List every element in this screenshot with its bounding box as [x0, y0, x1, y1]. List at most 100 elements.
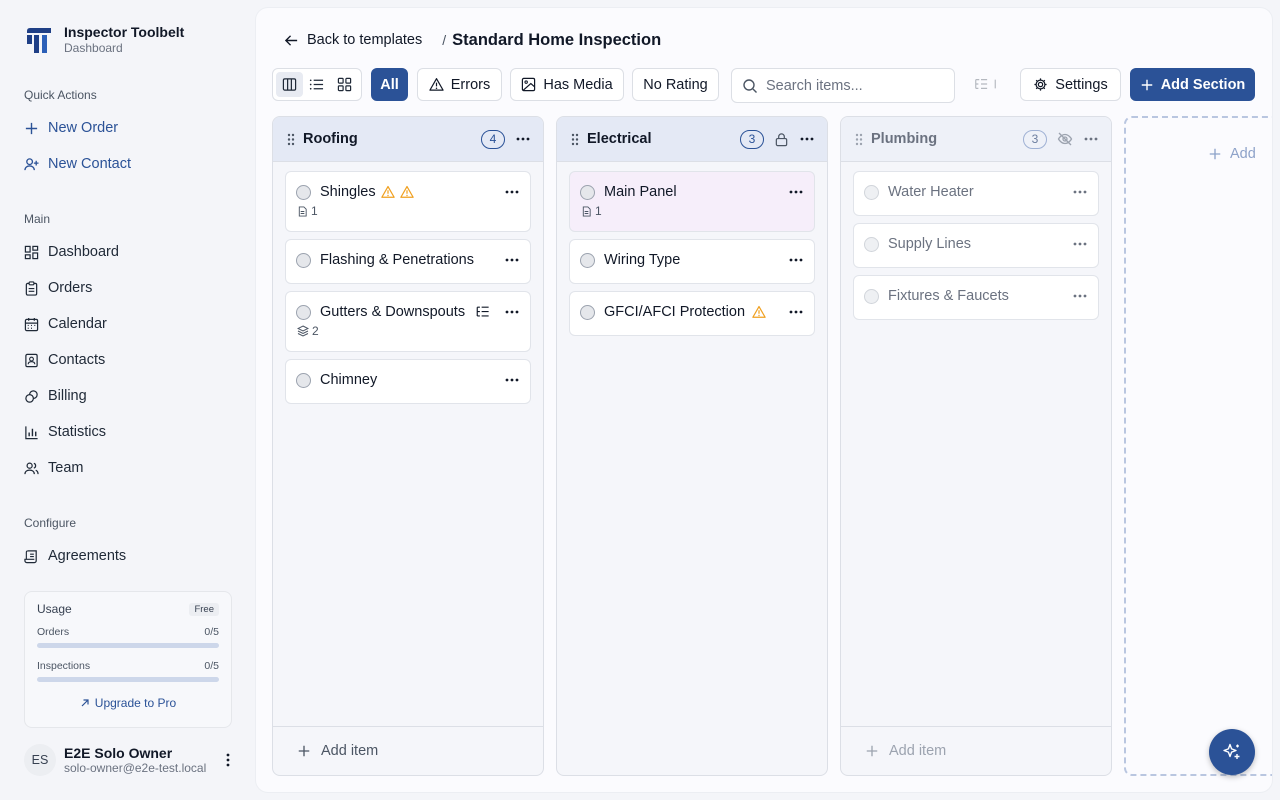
rating-radio[interactable]: [864, 184, 879, 200]
item-card-flashing[interactable]: Flashing & Penetrations: [285, 239, 531, 284]
more-horizontal-icon[interactable]: [788, 184, 804, 200]
rating-radio[interactable]: [296, 304, 311, 320]
layers-icon: [297, 325, 309, 337]
inspections-usage-value: 0/5: [204, 660, 219, 672]
filter-has-media-button[interactable]: Has Media: [510, 68, 624, 101]
plus-icon: [1141, 79, 1152, 90]
add-item-button[interactable]: Add item: [841, 726, 1111, 775]
search-input[interactable]: [766, 77, 936, 94]
item-card-water-heater[interactable]: Water Heater: [853, 171, 1099, 216]
rating-radio[interactable]: [580, 252, 595, 268]
more-horizontal-icon[interactable]: [799, 131, 815, 147]
more-horizontal-icon[interactable]: [504, 372, 520, 388]
item-card-shingles[interactable]: Shingles 1: [285, 171, 531, 232]
sidebar-item-contacts[interactable]: Contacts: [24, 350, 105, 370]
plus-icon: [25, 122, 38, 134]
sidebar-item-agreements[interactable]: Agreements: [24, 546, 126, 566]
list-view-button[interactable]: [303, 72, 330, 97]
sidebar-item-orders[interactable]: Orders: [24, 278, 92, 298]
rating-radio[interactable]: [864, 236, 879, 252]
sidebar-item-calendar[interactable]: Calendar: [24, 314, 107, 334]
more-horizontal-icon[interactable]: [504, 252, 520, 268]
more-horizontal-icon[interactable]: [1072, 236, 1088, 252]
item-card-main-panel[interactable]: Main Panel 1: [569, 171, 815, 232]
item-card-fixtures[interactable]: Fixtures & Faucets: [853, 275, 1099, 320]
more-horizontal-icon[interactable]: [504, 304, 520, 320]
toolbar: All Errors Has Media No Rating Settings …: [256, 68, 1272, 103]
rating-radio[interactable]: [296, 252, 311, 268]
search-box[interactable]: [731, 68, 955, 103]
new-order-button[interactable]: New Order: [24, 118, 118, 138]
filter-no-rating-button[interactable]: No Rating: [632, 68, 719, 101]
item-card-gfci[interactable]: GFCI/AFCI Protection: [569, 291, 815, 336]
sidebar-item-billing[interactable]: Billing: [24, 386, 87, 406]
sidebar-item-label: Statistics: [48, 424, 107, 440]
sidebar-item-team[interactable]: Team: [24, 458, 83, 478]
more-horizontal-icon[interactable]: [504, 184, 520, 200]
filter-all-button[interactable]: All: [371, 68, 408, 101]
sidebar-item-label: Dashboard: [48, 244, 119, 260]
list-tree-icon[interactable]: [994, 77, 1000, 91]
settings-button[interactable]: Settings: [1020, 68, 1121, 101]
kebab-menu-icon[interactable]: [220, 752, 236, 768]
item-card-wiring-type[interactable]: Wiring Type: [569, 239, 815, 284]
usage-card: Usage Free Orders 0/5 Inspections 0/5 Up…: [24, 591, 232, 728]
image-icon: [522, 77, 536, 92]
rating-radio[interactable]: [580, 304, 595, 320]
quick-actions-label: Quick Actions: [24, 88, 97, 102]
sidebar-item-dashboard[interactable]: Dashboard: [24, 242, 119, 262]
scroll-icon: [24, 549, 37, 563]
add-section-button[interactable]: Add Section: [1130, 68, 1255, 101]
rating-radio[interactable]: [296, 372, 311, 388]
rating-radio[interactable]: [864, 288, 879, 304]
drag-handle-icon[interactable]: [855, 133, 863, 146]
sidebar-item-label: Calendar: [48, 316, 107, 332]
plan-badge: Free: [189, 602, 219, 616]
item-count-badge: 4: [481, 129, 505, 149]
item-card-chimney[interactable]: Chimney: [285, 359, 531, 404]
avatar: ES: [24, 744, 56, 776]
filter-errors-label: Errors: [450, 76, 491, 93]
column-title[interactable]: Electrical: [587, 131, 740, 147]
lock-icon[interactable]: [774, 132, 789, 147]
item-card-supply-lines[interactable]: Supply Lines: [853, 223, 1099, 268]
more-horizontal-icon[interactable]: [788, 252, 804, 268]
configure-section-label: Configure: [24, 516, 77, 530]
sidebar-item-label: Agreements: [48, 548, 127, 564]
more-horizontal-icon[interactable]: [1072, 288, 1088, 304]
rating-radio[interactable]: [580, 184, 595, 200]
more-horizontal-icon[interactable]: [1083, 131, 1099, 147]
sidebar-item-label: Contacts: [48, 352, 106, 368]
new-order-label: New Order: [48, 120, 119, 136]
upgrade-link[interactable]: Upgrade to Pro: [37, 696, 219, 710]
ai-assistant-button[interactable]: [1209, 729, 1255, 775]
add-column-button[interactable]: Add: [1208, 146, 1256, 162]
grid-view-button[interactable]: [331, 72, 358, 97]
columns-view-button[interactable]: [276, 72, 304, 97]
more-horizontal-icon[interactable]: [1072, 184, 1088, 200]
sidebar-item-statistics[interactable]: Statistics: [24, 422, 106, 442]
add-item-button[interactable]: Add item: [273, 726, 543, 775]
document-icon: [298, 205, 307, 217]
gear-icon: [1034, 78, 1047, 91]
drag-handle-icon[interactable]: [287, 133, 295, 146]
back-to-templates-link[interactable]: Back to templates: [284, 32, 422, 48]
more-horizontal-icon[interactable]: [788, 304, 804, 320]
drag-handle-icon[interactable]: [571, 133, 579, 146]
new-contact-button[interactable]: New Contact: [24, 154, 131, 174]
column-title[interactable]: Plumbing: [871, 131, 1023, 147]
brand[interactable]: Inspector Toolbelt Dashboard: [24, 24, 184, 56]
column-title[interactable]: Roofing: [303, 131, 481, 147]
user-profile[interactable]: ES E2E Solo Owner solo-owner@e2e-test.lo…: [24, 744, 236, 776]
add-column-placeholder[interactable]: Add: [1124, 116, 1272, 776]
item-card-gutters[interactable]: Gutters & Downspouts 2: [285, 291, 531, 352]
more-horizontal-icon[interactable]: [515, 131, 531, 147]
column-header: Electrical 3: [557, 117, 827, 162]
list-tree-icon[interactable]: [974, 77, 988, 91]
rating-radio[interactable]: [296, 184, 311, 200]
eye-off-icon[interactable]: [1057, 131, 1073, 147]
filter-errors-button[interactable]: Errors: [417, 68, 502, 101]
warning-triangle-icon: [429, 78, 444, 91]
item-meta: 1: [570, 204, 814, 218]
orders-usage-label: Orders: [37, 626, 70, 638]
